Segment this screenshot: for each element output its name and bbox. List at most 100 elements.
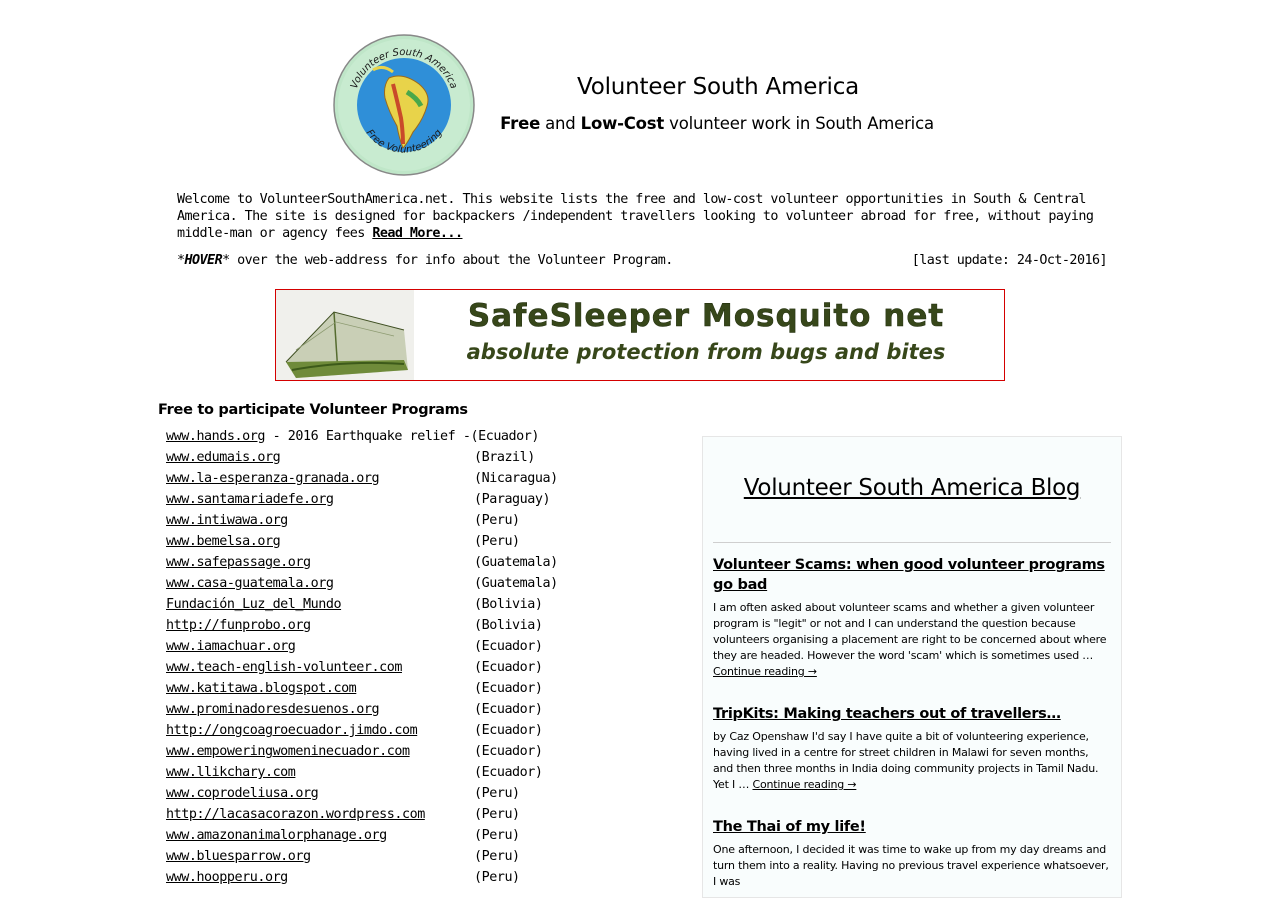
program-link[interactable]: www.la-esperanza-granada.org: [166, 471, 380, 486]
program-country: (Ecuador): [474, 660, 543, 675]
list-item: http://lacasacorazon.wordpress.com (Peru): [166, 806, 539, 827]
program-country: (Peru): [474, 870, 520, 885]
post-title[interactable]: TripKits: Making teachers out of travell…: [713, 704, 1111, 724]
ad-banner[interactable]: SafeSleeper Mosquito net absolute protec…: [275, 289, 1005, 381]
list-item: www.santamariadefe.org (Paraguay): [166, 491, 551, 512]
list-item: www.teach-english-volunteer.com (Ecuador): [166, 659, 543, 680]
program-link[interactable]: www.katitawa.blogspot.com: [166, 681, 357, 696]
program-country: (Bolivia): [474, 618, 543, 633]
list-item: www.safepassage.org (Guatemala): [166, 554, 558, 575]
site-title: Volunteer South America: [576, 74, 860, 100]
post-excerpt-text: I am often asked about volunteer scams a…: [713, 601, 1107, 662]
mosquito-net-tent-icon: [276, 290, 414, 380]
program-link[interactable]: www.bemelsa.org: [166, 534, 281, 549]
blog-post: Volunteer Scams: when good volunteer pro…: [713, 555, 1111, 680]
program-link[interactable]: www.coprodeliusa.org: [166, 786, 319, 801]
program-link[interactable]: www.bluesparrow.org: [166, 849, 311, 864]
post-excerpt: by Caz Openshaw I'd say I have quite a b…: [713, 729, 1111, 793]
program-link[interactable]: www.amazonanimalorphanage.org: [166, 828, 387, 843]
program-country: (Ecuador): [474, 639, 543, 654]
program-country: (Ecuador): [474, 723, 543, 738]
program-country: (Peru): [474, 513, 520, 528]
list-item: www.llikchary.com (Ecuador): [166, 764, 543, 785]
program-link[interactable]: http://funprobo.org: [166, 618, 311, 633]
list-item: www.iamachuar.org (Ecuador): [166, 638, 543, 659]
program-note: - 2016 Earthquake relief -(Ecuador): [264, 429, 540, 444]
list-item: www.prominadoresdesuenos.org (Ecuador): [166, 701, 543, 722]
post-title[interactable]: The Thai of my life!: [713, 817, 1111, 837]
tagline-rest: volunteer work in South America: [664, 114, 934, 133]
list-item: www.bluesparrow.org (Peru): [166, 848, 539, 869]
program-link[interactable]: www.teach-english-volunteer.com: [166, 660, 402, 675]
list-item: Fundación_Luz_del_Mundo (Bolivia): [166, 596, 543, 617]
program-country: (Peru): [474, 828, 520, 843]
hover-prefix: *: [177, 253, 185, 268]
list-item: www.amazonanimalorphanage.org (Peru): [166, 827, 539, 848]
hover-note: *HOVER* over the web-address for info ab…: [177, 252, 1108, 269]
hover-suffix: * over the web-address for info about th…: [222, 253, 673, 268]
program-country: (Ecuador): [474, 744, 543, 759]
program-country: (Guatemala): [474, 576, 558, 591]
program-country: (Ecuador): [474, 765, 543, 780]
program-link[interactable]: www.intiwawa.org: [166, 513, 288, 528]
tagline-and: and: [540, 114, 581, 133]
blog-post: The Thai of my life! One afternoon, I de…: [713, 817, 1111, 890]
ad-subtitle: absolute protection from bugs and bites: [466, 340, 946, 364]
intro-paragraph: Welcome to VolunteerSouthAmerica.net. Th…: [177, 191, 1107, 242]
program-link[interactable]: www.hoopperu.org: [166, 870, 288, 885]
list-item: www.intiwawa.org (Peru): [166, 512, 539, 533]
program-link[interactable]: http://lacasacorazon.wordpress.com: [166, 807, 425, 822]
program-country: (Brazil): [474, 450, 535, 465]
program-link[interactable]: www.safepassage.org: [166, 555, 311, 570]
last-update: [last update: 24-Oct-2016]: [911, 253, 1108, 268]
list-item: http://ongcoagroecuador.jimdo.com (Ecuado…: [166, 722, 543, 743]
program-country: (Bolivia): [474, 597, 543, 612]
programs-heading: Free to participate Volunteer Programs: [158, 402, 468, 418]
program-country: (Ecuador): [474, 681, 543, 696]
program-link[interactable]: http://ongcoagroecuador.jimdo.com: [166, 723, 418, 738]
list-item: www.casa-guatemala.org (Guatemala): [166, 575, 558, 596]
hover-word: HOVER: [184, 253, 223, 268]
continue-reading-link[interactable]: Continue reading →: [752, 778, 856, 791]
program-country: (Peru): [474, 786, 520, 801]
site-logo: Volunteer South America Free Volunteerin…: [333, 34, 475, 176]
program-link[interactable]: www.iamachuar.org: [166, 639, 296, 654]
site-tagline: Free and Low-Cost volunteer work in Sout…: [480, 114, 954, 133]
program-country: (Peru): [474, 807, 520, 822]
program-link[interactable]: Fundación_Luz_del_Mundo: [166, 597, 342, 612]
list-item: www.katitawa.blogspot.com (Ecuador): [166, 680, 543, 701]
program-list: www.hands.org - 2016 Earthquake relief -…: [166, 428, 558, 890]
program-country: (Nicaragua): [474, 471, 558, 486]
program-country: (Peru): [474, 534, 520, 549]
blog-post: TripKits: Making teachers out of travell…: [713, 704, 1111, 793]
read-more-link[interactable]: Read More...: [372, 226, 463, 241]
post-excerpt: I am often asked about volunteer scams a…: [713, 600, 1111, 680]
program-country: (Paraguay): [474, 492, 551, 507]
program-country: (Guatemala): [474, 555, 558, 570]
program-link[interactable]: www.llikchary.com: [166, 765, 296, 780]
program-link[interactable]: www.empoweringwomeninecuador.com: [166, 744, 410, 759]
intro-text: Welcome to VolunteerSouthAmerica.net. Th…: [177, 192, 1094, 241]
list-item: www.empoweringwomeninecuador.com (Ecuador…: [166, 743, 543, 764]
ad-title: SafeSleeper Mosquito net: [467, 298, 945, 335]
program-link[interactable]: www.hands.org: [166, 429, 265, 444]
post-title[interactable]: Volunteer Scams: when good volunteer pro…: [713, 555, 1111, 595]
divider: [713, 542, 1111, 543]
tagline-free: Free: [500, 114, 541, 133]
program-country: (Ecuador): [474, 702, 543, 717]
program-link[interactable]: www.edumais.org: [166, 450, 281, 465]
list-item: www.coprodeliusa.org (Peru): [166, 785, 539, 806]
blog-panel: Volunteer South America Blog Volunteer S…: [702, 436, 1122, 898]
program-link[interactable]: www.prominadoresdesuenos.org: [166, 702, 380, 717]
blog-title[interactable]: Volunteer South America Blog: [703, 475, 1121, 501]
list-item: www.hands.org - 2016 Earthquake relief -…: [166, 428, 539, 449]
post-excerpt: One afternoon, I decided it was time to …: [713, 842, 1111, 890]
list-item: www.bemelsa.org (Peru): [166, 533, 539, 554]
program-link[interactable]: www.santamariadefe.org: [166, 492, 334, 507]
post-excerpt-text: One afternoon, I decided it was time to …: [713, 843, 1109, 888]
program-country: (Peru): [474, 849, 520, 864]
list-item: www.la-esperanza-granada.org (Nicaragua): [166, 470, 558, 491]
list-item: http://funprobo.org (Bolivia): [166, 617, 543, 638]
program-link[interactable]: www.casa-guatemala.org: [166, 576, 334, 591]
continue-reading-link[interactable]: Continue reading →: [713, 665, 817, 678]
